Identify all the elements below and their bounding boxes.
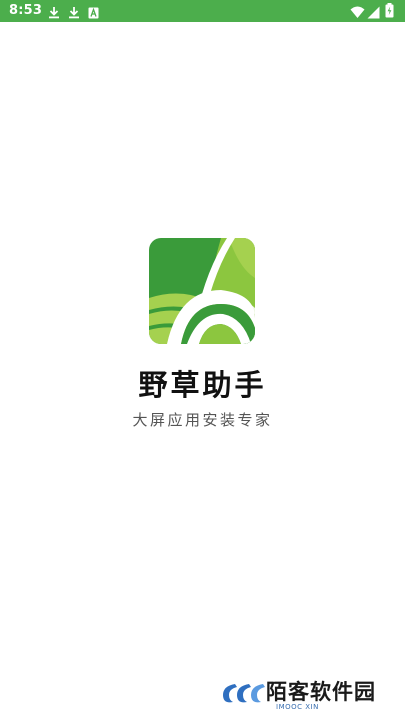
download-icon (48, 4, 60, 23)
download-icon (68, 4, 80, 23)
a-notification-icon (88, 4, 99, 23)
status-bar: 8:53 (0, 0, 405, 22)
status-time: 8:53 (9, 3, 43, 18)
watermark: 陌客软件园 IMOOC XIN (218, 674, 398, 714)
app-name: 野草助手 (138, 368, 267, 402)
battery-icon (385, 3, 394, 22)
app-logo (149, 238, 255, 344)
watermark-subtitle: IMOOC XIN (276, 703, 319, 711)
splash-screen: 8:53 野草助手 大屏应用安装专家 陌客软件园 IMOOC XIN (0, 0, 405, 720)
watermark-title: 陌客软件园 (266, 679, 376, 704)
watermark-logo-icon (221, 680, 265, 710)
wifi-icon (350, 4, 365, 23)
signal-icon (367, 4, 380, 23)
app-slogan: 大屏应用安装专家 (132, 411, 273, 429)
